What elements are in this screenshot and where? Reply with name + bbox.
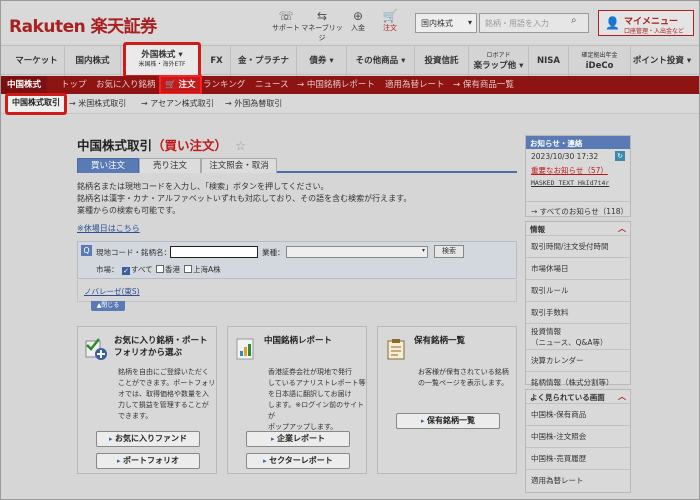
menu-order[interactable]: 🛒 注文 bbox=[159, 75, 202, 95]
sidebar-item-trading-rules[interactable]: 取引ルール bbox=[526, 279, 630, 301]
subnav-us-trade[interactable]: → 米国株式取引 bbox=[69, 94, 126, 114]
nav-gold-platinum[interactable]: 金・プラチナ bbox=[231, 46, 297, 76]
sector-report-button[interactable]: セクターレポート bbox=[246, 453, 350, 469]
news-header: お知らせ・連絡 bbox=[526, 136, 630, 149]
info-panel: 情報 ︿ 取引時間/注文受付時間 市場休場日 取引ルール 取引手数料 投資情報 （… bbox=[525, 221, 631, 387]
report-icon bbox=[236, 338, 254, 360]
tab-buy-order[interactable]: 買い注文 bbox=[77, 158, 139, 173]
search-icon[interactable]: ⌕ bbox=[571, 15, 577, 26]
favorite-fund-button[interactable]: お気に入りファンド bbox=[96, 431, 200, 447]
chevron-up-icon[interactable]: ︿ bbox=[618, 391, 626, 402]
market-all-checkbox[interactable]: ✓ すべて bbox=[122, 264, 153, 275]
chevron-up-icon[interactable]: ︿ bbox=[618, 223, 626, 234]
sidebar-item-trading-hours[interactable]: 取引時間/注文受付時間 bbox=[526, 235, 630, 257]
nav-market[interactable]: マーケット bbox=[9, 46, 65, 76]
nav-foreign-stock[interactable]: 外国株式 ▾ 米国株・海外ETF bbox=[123, 42, 201, 78]
refresh-icon[interactable]: ↻ bbox=[615, 151, 625, 161]
favorites-add-icon bbox=[85, 338, 107, 360]
favorite-star-icon[interactable]: ☆ bbox=[235, 138, 246, 153]
china-report-desc: 香港証券会社が現地で発行 しているアナリストレポート等 を日本語に翻訳してお届け しま… bbox=[268, 368, 366, 431]
favorites-desc: 銘柄を自由にご登録いただく ことができます。ポートフォリ オでは、取得価格や数量を入… bbox=[118, 368, 216, 420]
instructions: 銘柄名または現地コードを入力し、「検索」ボタンを押してください。 銘柄名は漢字・… bbox=[77, 182, 412, 215]
subnav-china-trade[interactable]: 中国株式取引 bbox=[5, 93, 67, 115]
nav-fx[interactable]: FX bbox=[203, 46, 231, 76]
important-news-link[interactable]: 重要なお知らせ（57） bbox=[526, 163, 630, 177]
code-name-input[interactable] bbox=[170, 246, 258, 258]
nav-domestic-stock[interactable]: 国内株式 bbox=[65, 46, 121, 76]
china-report-title: 中国銘柄レポート bbox=[264, 336, 333, 346]
close-panel-button[interactable]: ▲閉じる bbox=[91, 301, 125, 311]
sidebar-item-china-history[interactable]: 中国株-売買履歴 bbox=[526, 447, 630, 469]
sidebar-item-china-holdings[interactable]: 中国株-保有商品 bbox=[526, 403, 630, 425]
news-masked-link[interactable]: MASKED_TEXT_HkId7t4r bbox=[526, 177, 630, 193]
menu-news[interactable]: ニュース bbox=[255, 76, 289, 94]
main-nav: マーケット 国内株式 外国株式 ▾ 米国株・海外ETF FX 金・プラチナ 債券 … bbox=[1, 42, 699, 78]
browser-frame: Rakuten 楽天証券 ☏ サポート ⇆ マネーブリッジ ⊕ 入金 🛒 注文 国内株式… bbox=[0, 0, 700, 500]
subnav-fx-trade[interactable]: → 外国為替取引 bbox=[225, 94, 282, 114]
result-link[interactable]: ノバレーゼ(東S) bbox=[84, 286, 140, 297]
sidebar-item-earnings-calendar[interactable]: 決算カレンダー bbox=[526, 349, 630, 371]
subnav-asean-trade[interactable]: → アセアン株式取引 bbox=[141, 94, 214, 114]
industry-select[interactable]: ▾ bbox=[286, 246, 428, 258]
holdings-desc: お客様が保有されている銘柄 の一覧ページを表示します。 bbox=[418, 368, 509, 387]
china-stock-menu: 中国株式 トップ お気に入り銘柄 🛒 注文 ランキング ニュース → 中国銘柄レ… bbox=[1, 75, 699, 95]
menu-china-stock[interactable]: 中国株式 bbox=[1, 76, 48, 94]
tab-order-inquiry[interactable]: 注文照会・取消 bbox=[201, 158, 277, 173]
all-news-link[interactable]: → すべてのお知らせ（118） bbox=[526, 201, 630, 219]
sidebar-item-china-orders[interactable]: 中国株-注文照会 bbox=[526, 425, 630, 447]
market-shanghai-checkbox[interactable]: 上海A株 bbox=[184, 264, 221, 275]
nav-point-invest[interactable]: ポイント投資 ▾ bbox=[631, 46, 693, 76]
nav-robo-advisor[interactable]: ロボアド 楽ラップ他 ▾ bbox=[469, 46, 529, 76]
china-report-box: 中国銘柄レポート 香港証券会社が現地で発行 しているアナリストレポート等 を日本語に… bbox=[227, 326, 367, 474]
page-title: 中国株式取引（買い注文） ☆ bbox=[77, 138, 247, 153]
menu-top[interactable]: トップ bbox=[61, 76, 87, 94]
holdings-list-button[interactable]: 保有銘柄一覧 bbox=[396, 413, 500, 429]
menu-favorites[interactable]: お気に入り銘柄 bbox=[96, 76, 156, 94]
menu-ranking[interactable]: ランキング bbox=[203, 76, 245, 94]
nav-mutual-funds[interactable]: 投資信託 bbox=[415, 46, 469, 76]
menu-holdings[interactable]: → 保有商品一覧 bbox=[453, 76, 514, 94]
search-button[interactable]: 検索 bbox=[434, 245, 464, 258]
sidebar-item-fees[interactable]: 取引手数料 bbox=[526, 301, 630, 323]
popular-panel: よく見られている画面 ︿ 中国株-保有商品 中国株-注文照会 中国株-売買履歴 適… bbox=[525, 389, 631, 493]
cart-icon: 🛒 bbox=[382, 9, 398, 23]
sidebar-item-exchange-rate[interactable]: 適用為替レート bbox=[526, 469, 630, 491]
nav-other-products[interactable]: その他商品 ▾ bbox=[347, 46, 415, 76]
rakuten-logo[interactable]: Rakuten 楽天証券 bbox=[9, 12, 157, 37]
clipboard-icon bbox=[387, 339, 405, 360]
holdings-box: 保有銘柄一覧 お客様が保有されている銘柄の一覧ページを表示します。 保有銘柄一覧 bbox=[377, 326, 517, 474]
menu-china-report[interactable]: → 中国銘柄レポート bbox=[297, 76, 375, 94]
sidebar-item-market-holidays[interactable]: 市場休場日 bbox=[526, 257, 630, 279]
search-icon: Q bbox=[81, 245, 92, 256]
favorites-title: お気に入り銘柄・ポートフォリオから選ぶ bbox=[114, 336, 208, 358]
sub-nav: 中国株式取引 → 米国株式取引 → アセアン株式取引 → 外国為替取引 bbox=[1, 93, 699, 115]
tab-sell-order[interactable]: 売り注文 bbox=[139, 158, 201, 173]
nav-ideco[interactable]: 確定拠出年金 iDeCo bbox=[569, 46, 631, 76]
mymenu-button[interactable]: 👤 マイメニュー 口座管理・入出金など bbox=[598, 10, 694, 36]
menu-exchange-rate[interactable]: 適用為替レート bbox=[385, 76, 445, 94]
favorites-box: お気に入り銘柄・ポートフォリオから選ぶ 銘柄を自由にご登録いただく ことができます… bbox=[77, 326, 217, 474]
holiday-link[interactable]: ※休場日はこちら bbox=[77, 223, 140, 234]
order-tabs: 買い注文 売り注文 注文照会・取消 bbox=[77, 158, 517, 173]
news-date: 2023/10/30 17:32 bbox=[531, 152, 599, 161]
portfolio-button[interactable]: ポートフォリオ bbox=[96, 453, 200, 469]
nav-bonds[interactable]: 債券 ▾ bbox=[297, 46, 347, 76]
holdings-title: 保有銘柄一覧 bbox=[414, 336, 466, 346]
stock-search-panel: Q 現地コード・銘柄名： 業種： ▾ 検索 市場： ✓ すべて 香港 上海A株 bbox=[77, 241, 517, 279]
company-report-button[interactable]: 企業レポート bbox=[246, 431, 350, 447]
news-panel: お知らせ・連絡 2023/10/30 17:32 ↻ 重要なお知らせ（57） MA… bbox=[525, 135, 631, 217]
site-header: Rakuten 楽天証券 ☏ サポート ⇆ マネーブリッジ ⊕ 入金 🛒 注文 国内株式… bbox=[1, 1, 699, 43]
sidebar-item-investment-info[interactable]: 投資情報 （ニュース、Q&A等） bbox=[526, 323, 630, 349]
nav-nisa[interactable]: NISA bbox=[529, 46, 569, 76]
order-link[interactable]: 🛒 注文 bbox=[367, 9, 413, 33]
search-results-area: ノバレーゼ(東S) bbox=[77, 280, 517, 302]
user-icon: 👤 bbox=[605, 16, 620, 30]
market-hk-checkbox[interactable]: 香港 bbox=[156, 264, 180, 275]
market-select[interactable]: 国内株式 bbox=[415, 13, 477, 33]
